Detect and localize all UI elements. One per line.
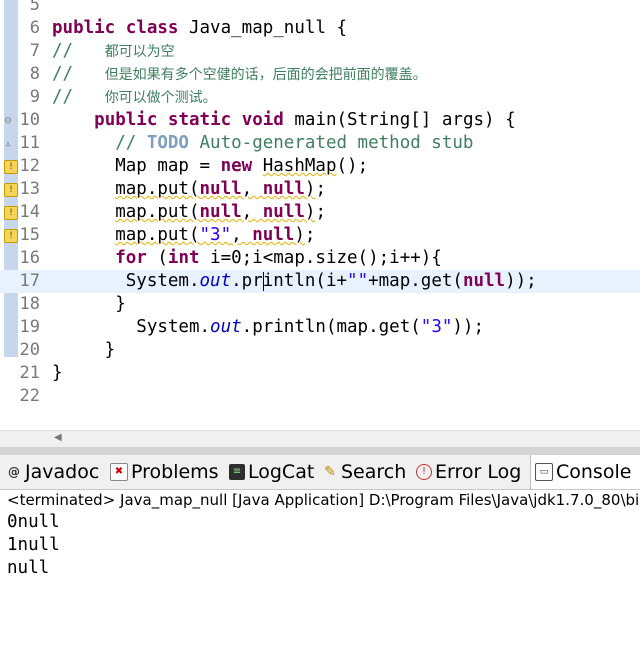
code-text[interactable]: // TODO Auto-generated method stub: [52, 132, 473, 155]
code-editor[interactable]: 5 6 public class Java_map_null {7// 都可以为空 8…: [0, 0, 640, 430]
tab-logcat[interactable]: ≡ LogCat: [229, 455, 314, 489]
code-line[interactable]: 7 // 都可以为空: [0, 40, 640, 63]
problems-icon: ✖: [110, 463, 128, 481]
search-icon: ✎: [324, 464, 336, 480]
fold-icon[interactable]: ⊖: [2, 114, 14, 126]
code-line[interactable]: 17 System.out.println(i+""+map.get(null)…: [0, 270, 640, 293]
code-text[interactable]: Map map = new HashMap();: [52, 155, 368, 178]
tab-console[interactable]: ▭ Console: [530, 455, 640, 489]
tab-label: Error Log: [435, 461, 522, 483]
line-number: 18: [19, 294, 40, 314]
code-line[interactable]: 10 ⊖ public static void main(String[] arg…: [0, 109, 640, 132]
code-line[interactable]: 16 for (int i=0;i<map.size();i++){: [0, 247, 640, 270]
code-line[interactable]: 14! map.put(null, null);: [0, 201, 640, 224]
warning-icon[interactable]: !: [4, 229, 18, 243]
code-text[interactable]: System.out.println(i+""+map.get(null));: [52, 270, 537, 293]
code-line[interactable]: 22: [0, 385, 640, 408]
line-number: 6: [29, 18, 40, 38]
code-line[interactable]: 11 ▵ // TODO Auto-generated method stub: [0, 132, 640, 155]
console-output-line: 0null: [7, 512, 60, 532]
code-line[interactable]: 12! Map map = new HashMap();: [0, 155, 640, 178]
line-number: 5: [29, 0, 40, 15]
code-text[interactable]: map.put(null, null);: [52, 178, 326, 201]
warning-icon[interactable]: !: [4, 206, 18, 220]
console-output-line: null: [7, 558, 50, 578]
error-log-icon: !: [416, 464, 432, 480]
line-number: 22: [19, 386, 40, 406]
code-text[interactable]: // 都可以为空: [52, 40, 175, 64]
pane-separator[interactable]: [0, 447, 640, 455]
line-number: 16: [19, 248, 40, 268]
code-line[interactable]: 15! map.put("3", null);: [0, 224, 640, 247]
line-number: 20: [19, 340, 40, 360]
console-status-line: <terminated> Java_map_null [Java Applica…: [0, 490, 640, 510]
console-output-line: 1null: [7, 535, 60, 555]
line-number: 7: [29, 41, 40, 61]
tab-label: Javadoc: [25, 461, 100, 483]
bottom-panel-tabs: @ Javadoc ✖ Problems ≡ LogCat ✎ Search !…: [0, 455, 640, 490]
warning-icon[interactable]: !: [4, 183, 18, 197]
tab-problems[interactable]: ✖ Problems: [110, 455, 219, 489]
code-text[interactable]: }: [52, 293, 126, 316]
tab-label: Console: [556, 461, 632, 483]
code-text[interactable]: public class Java_map_null {: [52, 17, 347, 40]
code-text[interactable]: }: [52, 339, 116, 362]
code-text[interactable]: System.out.println(map.get("3"));: [52, 316, 484, 339]
line-number: 17: [19, 271, 40, 291]
logcat-icon: ≡: [229, 464, 245, 480]
code-line[interactable]: 13! map.put(null, null);: [0, 178, 640, 201]
override-icon[interactable]: ▵: [2, 137, 14, 149]
code-line[interactable]: 21}: [0, 362, 640, 385]
code-text[interactable]: public static void main(String[] args) {: [52, 109, 515, 132]
line-number: 8: [29, 64, 40, 84]
tab-label: Search: [341, 461, 407, 483]
line-number: 11: [19, 133, 40, 153]
tab-search[interactable]: ✎ Search: [322, 455, 406, 489]
console-icon: ▭: [535, 463, 553, 481]
line-number: 19: [19, 317, 40, 337]
code-text[interactable]: }: [52, 362, 63, 385]
tab-label: LogCat: [248, 461, 315, 483]
at-icon: @: [8, 465, 20, 479]
code-line[interactable]: 19 System.out.println(map.get("3"));: [0, 316, 640, 339]
line-number: 21: [19, 363, 40, 383]
code-line[interactable]: 6 public class Java_map_null {: [0, 17, 640, 40]
code-line[interactable]: 20 }: [0, 339, 640, 362]
tab-javadoc[interactable]: @ Javadoc: [6, 455, 99, 489]
code-text[interactable]: map.put(null, null);: [52, 201, 326, 224]
code-line[interactable]: 9 // 你可以做个测试。: [0, 86, 640, 109]
code-line[interactable]: 5: [0, 0, 640, 17]
code-text[interactable]: // 但是如果有多个空健的话，后面的会把前面的覆盖。: [52, 63, 427, 87]
warning-icon[interactable]: !: [4, 160, 18, 174]
code-text[interactable]: map.put("3", null);: [52, 224, 315, 247]
tab-label: Problems: [131, 461, 219, 483]
console-output[interactable]: 0null 1null null: [0, 511, 640, 647]
scroll-left-icon[interactable]: ◀: [54, 432, 62, 443]
code-text[interactable]: for (int i=0;i<map.size();i++){: [52, 247, 442, 270]
code-line[interactable]: 18 }: [0, 293, 640, 316]
line-number: 9: [29, 87, 40, 107]
line-number: 10: [19, 110, 40, 130]
editor-horizontal-scrollbar[interactable]: ◀: [0, 430, 640, 447]
tab-error-log[interactable]: ! Error Log: [416, 455, 521, 489]
code-line[interactable]: 8 // 但是如果有多个空健的话，后面的会把前面的覆盖。: [0, 63, 640, 86]
code-text[interactable]: // 你可以做个测试。: [52, 86, 217, 110]
